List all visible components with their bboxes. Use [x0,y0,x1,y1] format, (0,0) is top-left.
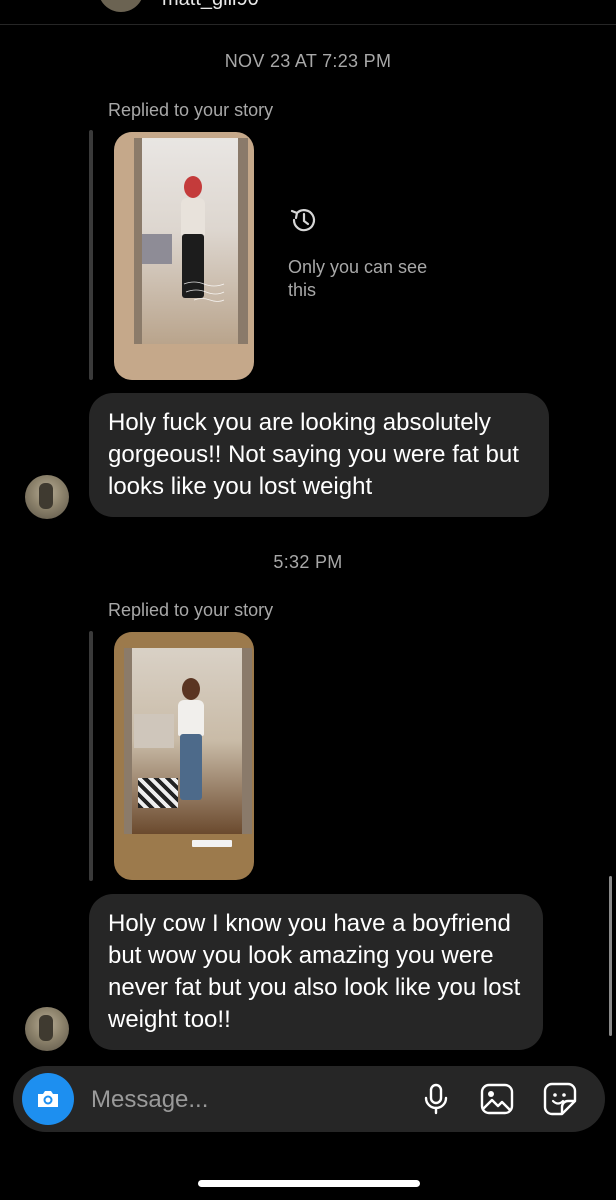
only-you-notice: Only you can see this [288,204,448,302]
message-timestamp: 5:32 PM [273,552,343,572]
story-photo [124,648,252,834]
bed-shape [134,714,174,748]
message-bubble[interactable]: Holy fuck you are looking absolutely gor… [89,393,549,517]
story-caption-scribble [183,281,225,302]
reply-label: Replied to your story [108,600,274,620]
sender-avatar[interactable] [25,1007,69,1051]
sender-avatar[interactable] [25,475,69,519]
rug-shape [138,778,178,808]
gallery-icon[interactable] [479,1081,515,1117]
header-avatar[interactable] [98,0,144,12]
message-timestamp: NOV 23 AT 7:23 PM [224,51,392,71]
chat-header: matt_gill90 [0,0,616,25]
history-icon [290,209,316,232]
message-input[interactable] [89,1076,393,1124]
camera-button[interactable] [22,1073,74,1125]
only-you-text: Only you can see this [288,257,428,300]
reply-line [89,631,93,881]
sticker-icon[interactable] [542,1081,578,1117]
microphone-icon[interactable] [418,1081,454,1117]
camera-icon [38,1091,58,1107]
message-bubble[interactable]: Holy cow I know you have a boyfriend but… [89,894,543,1050]
home-indicator [198,1180,420,1187]
story-thumbnail[interactable] [114,132,254,380]
reply-label: Replied to your story [108,100,274,120]
header-username[interactable]: matt_gill90 [162,0,259,11]
story-caption-tag [192,840,232,847]
scrollbar[interactable] [609,876,612,1036]
message-composer [13,1066,605,1132]
reply-line [89,130,93,380]
story-thumbnail[interactable] [114,632,254,880]
